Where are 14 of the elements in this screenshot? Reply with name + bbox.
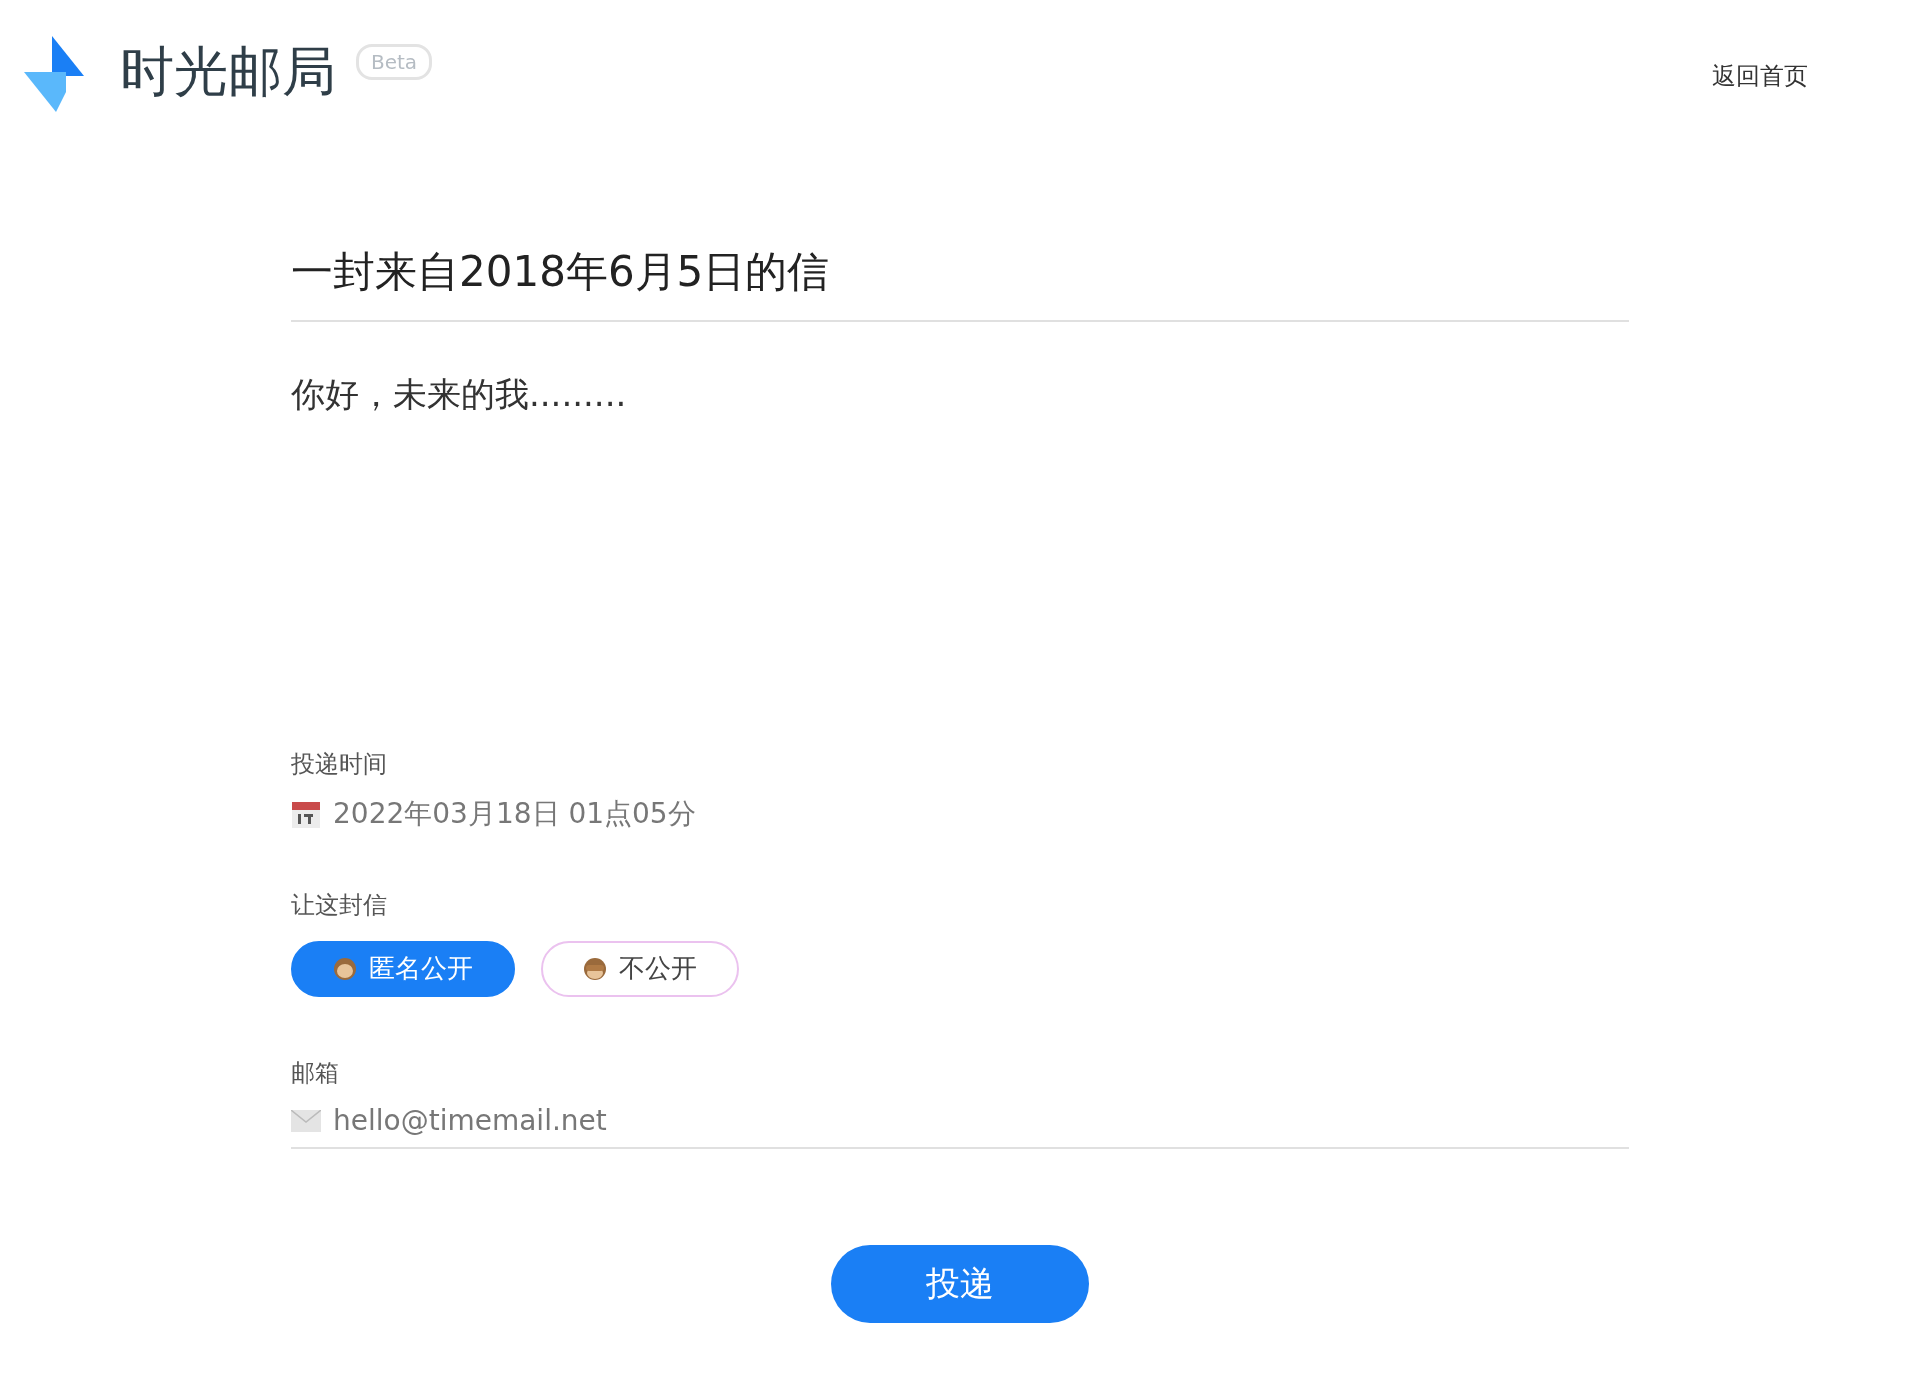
letter-body-field[interactable]: 你好，未来的我.........: [291, 321, 1629, 748]
submit-button[interactable]: 投递: [831, 1245, 1089, 1324]
field-label: 投递时间: [291, 748, 388, 780]
home-link[interactable]: 返回首页: [1712, 60, 1808, 92]
delivery-date-field[interactable]: 2022年03月18日 01点05分: [333, 795, 696, 834]
visibility-option[interactable]: 匿名公开: [291, 940, 515, 997]
visibility-option[interactable]: 不公开: [541, 940, 739, 997]
field-label: 让这封信: [291, 890, 388, 922]
letter-title-field[interactable]: 一封来自2018年6月5日的信: [291, 245, 1629, 322]
field-label: 邮箱: [291, 1057, 340, 1089]
envelope-icon: [291, 1109, 321, 1132]
site-title: 时光邮局: [120, 42, 336, 102]
calendar-icon: [291, 799, 321, 830]
beta-badge: Beta: [356, 44, 433, 80]
